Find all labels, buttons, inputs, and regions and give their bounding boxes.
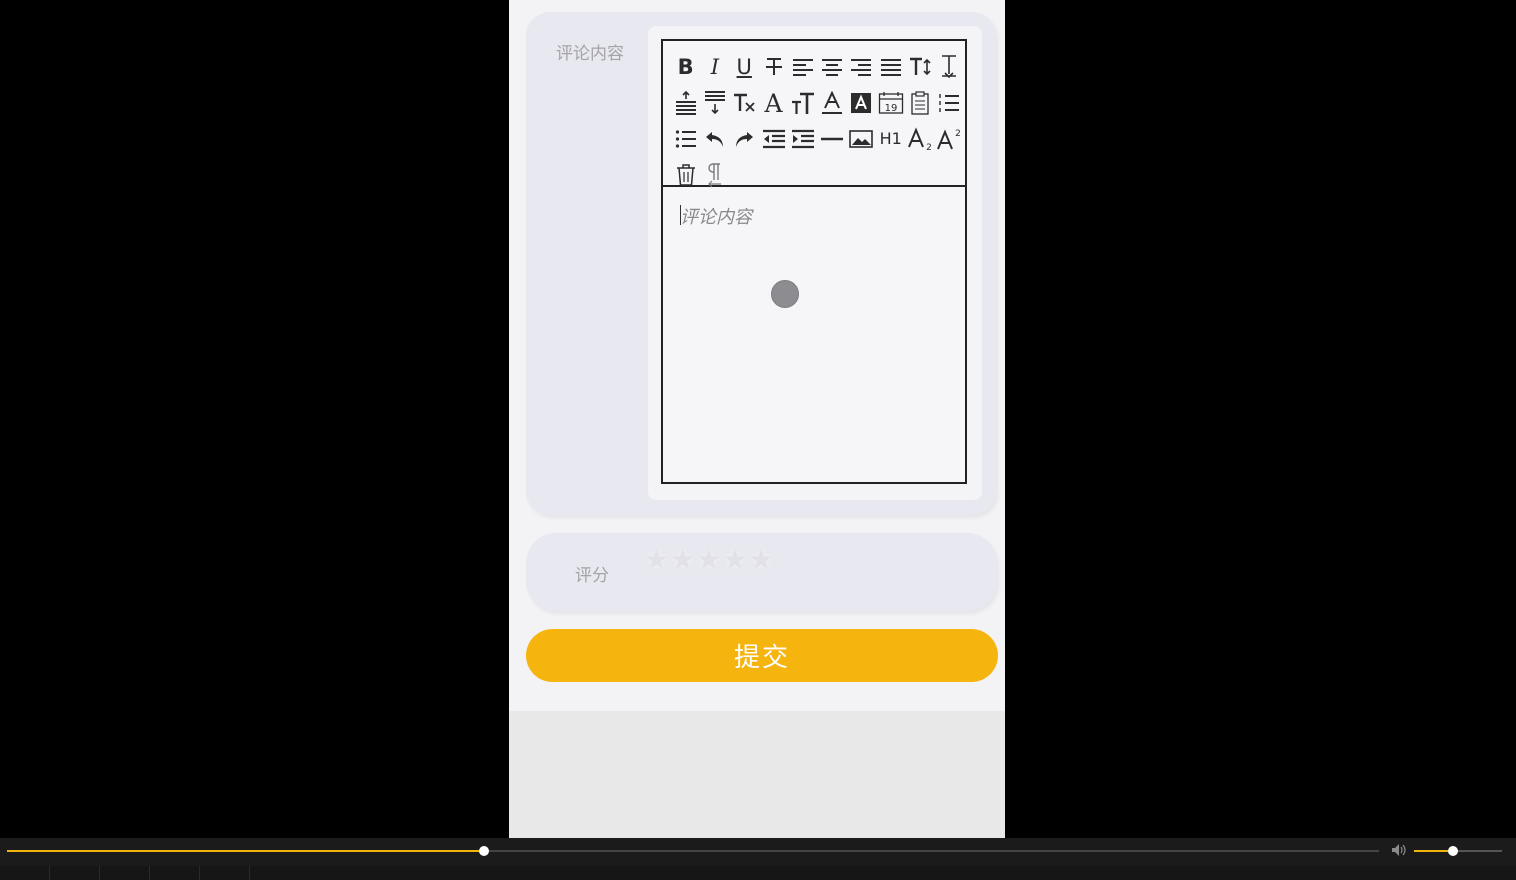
svg-text:19: 19 (884, 103, 897, 114)
align-center-button[interactable] (817, 49, 846, 85)
align-left-button[interactable] (788, 49, 817, 85)
font-size-icon (910, 57, 931, 76)
align-left-icon (792, 59, 813, 76)
align-justify-icon (880, 59, 901, 76)
line-height-icon (942, 55, 957, 79)
comment-label: 评论内容 (556, 44, 624, 64)
image-icon (849, 130, 874, 148)
horizontal-rule-button[interactable] (817, 121, 846, 157)
font-color-button[interactable] (817, 85, 846, 121)
font-size-button[interactable] (905, 49, 934, 85)
clear-format-icon (734, 93, 755, 112)
comment-row: 评论内容 B I U A 19 H1 2 2 评论内容 (526, 12, 996, 515)
volume-handle[interactable] (1447, 846, 1458, 856)
taskbar-slot (50, 866, 100, 880)
editor-card: B I U A 19 H1 2 2 评论内容 (648, 26, 982, 500)
outdent-icon (762, 129, 785, 149)
rating-row: 评分 ★ ★ ★ ★ ★ (526, 533, 997, 611)
font-family-icon: A (764, 88, 783, 118)
seek-bar[interactable] (7, 846, 1379, 856)
comment-form: 评论内容 B I U A 19 H1 2 2 评论内容 评分 ★ ★ ★ ★ ★… (509, 0, 1005, 711)
touch-indicator (771, 280, 799, 308)
spacing-bottom-button[interactable] (700, 85, 729, 121)
superscript-button[interactable]: 2 (935, 121, 964, 157)
undo-icon (705, 132, 723, 147)
submit-button[interactable]: 提交 (526, 629, 998, 682)
svg-text:2: 2 (955, 129, 961, 139)
align-center-icon (822, 59, 843, 76)
align-right-icon (851, 59, 872, 76)
svg-text:2: 2 (926, 143, 932, 151)
editor-toolbar: B I U A 19 H1 2 2 (663, 41, 965, 188)
clipboard-icon (911, 91, 929, 115)
subscript-icon: 2 (908, 127, 932, 151)
italic-button[interactable]: I (700, 49, 729, 85)
redo-button[interactable] (730, 121, 759, 157)
taskbar-slot (0, 866, 50, 880)
seek-bar-progress (7, 850, 485, 852)
star-rating[interactable]: ★ ★ ★ ★ ★ (644, 543, 775, 576)
unordered-list-button[interactable] (671, 121, 700, 157)
heading-button[interactable]: H1 (876, 121, 905, 157)
font-family-button[interactable]: A (759, 85, 788, 121)
spacing-top-button[interactable] (671, 85, 700, 121)
font-color-icon (822, 91, 843, 114)
text-caret (680, 205, 681, 225)
strikethrough-icon (765, 58, 782, 75)
text-size-button[interactable] (788, 85, 817, 121)
taskbar-strip (0, 866, 1516, 880)
insert-image-button[interactable] (847, 121, 876, 157)
undo-button[interactable] (700, 121, 729, 157)
paragraph-icon (708, 163, 721, 188)
outdent-button[interactable] (759, 121, 788, 157)
taskbar-slot (100, 866, 150, 880)
insert-date-button[interactable]: 19 (876, 85, 905, 121)
star-icon[interactable]: ★ (748, 543, 773, 576)
bold-button[interactable]: B (671, 49, 700, 85)
line-height-button[interactable] (935, 49, 964, 85)
indent-icon (791, 129, 814, 149)
star-icon[interactable]: ★ (644, 543, 669, 576)
superscript-icon: 2 (937, 129, 961, 150)
paste-button[interactable] (905, 85, 934, 121)
underline-button[interactable]: U (730, 49, 759, 85)
text-size-icon (791, 92, 814, 114)
trash-icon (676, 164, 695, 186)
background-color-icon (851, 93, 872, 113)
ordered-list-icon (939, 94, 960, 112)
unordered-list-icon (675, 130, 696, 148)
star-icon[interactable]: ★ (670, 543, 695, 576)
volume-slider[interactable] (1414, 846, 1502, 856)
ordered-list-button[interactable] (935, 85, 964, 121)
align-justify-button[interactable] (876, 49, 905, 85)
volume-level (1414, 850, 1453, 852)
seek-handle[interactable] (479, 846, 490, 856)
subscript-button[interactable]: 2 (905, 121, 934, 157)
star-icon[interactable]: ★ (696, 543, 721, 576)
horizontal-rule-icon (821, 137, 844, 141)
taskbar-slot (150, 866, 200, 880)
rating-label: 评分 (575, 566, 609, 586)
spacing-bottom-icon (704, 91, 725, 115)
rich-text-editor: B I U A 19 H1 2 2 评论内容 (661, 39, 967, 484)
clear-format-button[interactable] (730, 85, 759, 121)
taskbar-slot (200, 866, 250, 880)
editor-placeholder: 评论内容 (680, 207, 752, 228)
spacing-top-icon (675, 91, 696, 115)
volume-icon[interactable] (1391, 843, 1407, 857)
app-screen: 评论内容 B I U A 19 H1 2 2 评论内容 评分 ★ ★ ★ ★ ★… (509, 0, 1005, 838)
strikethrough-button[interactable] (759, 49, 788, 85)
align-right-button[interactable] (847, 49, 876, 85)
indent-button[interactable] (788, 121, 817, 157)
star-icon[interactable]: ★ (722, 543, 747, 576)
redo-icon (736, 132, 754, 147)
editor-content-area[interactable]: 评论内容 (663, 187, 965, 482)
calendar-icon: 19 (878, 92, 903, 114)
background-color-button[interactable] (847, 85, 876, 121)
